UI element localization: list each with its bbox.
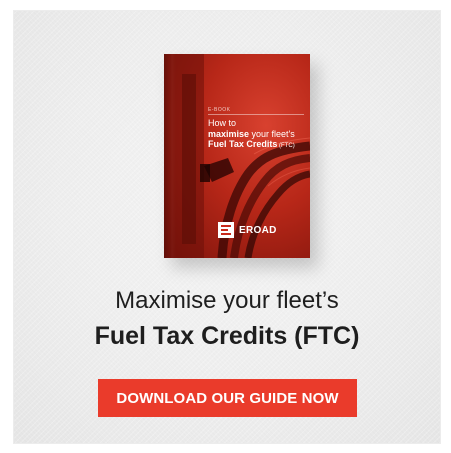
ebook-title-line2-bold: maximise — [208, 128, 250, 139]
ebook-promo-banner[interactable]: E-BOOK How to maximise your fleet's Fuel… — [14, 11, 440, 443]
ebook-title-rule — [208, 114, 304, 115]
download-guide-button[interactable]: DOWNLOAD OUR GUIDE NOW — [98, 379, 357, 417]
headline-line1: Maximise your fleet’s — [115, 287, 339, 314]
eroad-logo-text: EROAD — [239, 224, 277, 236]
ebook-title-line3: Fuel Tax Credits (FTC) — [208, 139, 308, 152]
ebook-title-line3-small: (FTC) — [277, 143, 295, 149]
ebook-cover-face: E-BOOK How to maximise your fleet's Fuel… — [164, 54, 310, 258]
ebook-title-line3-bold: Fuel Tax Credits — [208, 139, 278, 149]
ebook-cover[interactable]: E-BOOK How to maximise your fleet's Fuel… — [164, 54, 318, 268]
ebook-title-line2-rest: your fleet's — [249, 128, 295, 139]
ebook-tag: E-BOOK — [208, 107, 231, 113]
ebook-title: How to maximise your fleet's Fuel Tax Cr… — [208, 118, 308, 152]
eroad-logo: EROAD — [218, 222, 277, 238]
eroad-logo-icon — [218, 222, 234, 238]
headline-line2: Fuel Tax Credits (FTC) — [94, 322, 360, 350]
ebook-title-line1: How to — [208, 118, 237, 128]
ebook-title-line2: maximise your fleet's — [208, 129, 308, 140]
